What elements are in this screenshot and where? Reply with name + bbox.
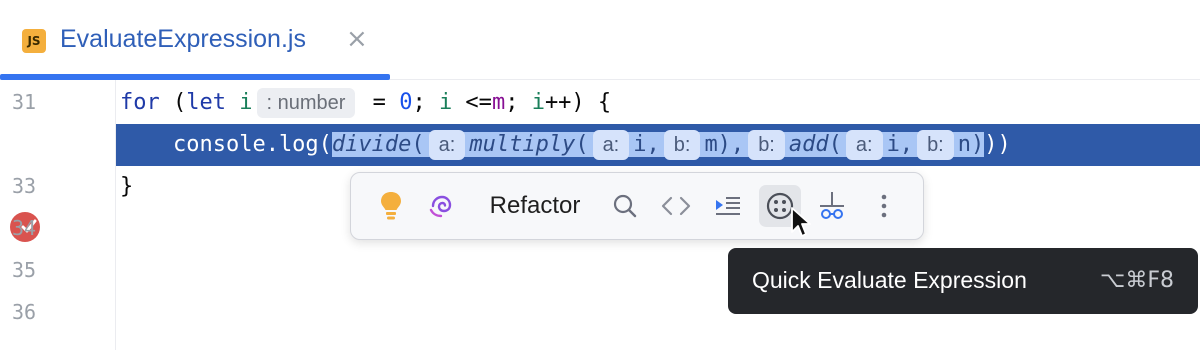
close-icon[interactable]: × [346,24,368,54]
parameter-hint: a: [845,130,883,160]
refactor-button[interactable]: Refactor [479,186,591,226]
parameter-hint: b: [917,130,954,160]
type-inlay-hint: : number [256,88,356,118]
function-call: multiply [469,132,576,157]
variable: i [438,90,453,115]
indent-lines-icon[interactable] [711,186,745,226]
code-text: console.log( [120,132,332,157]
variable: m [491,90,506,115]
code-text: )) [984,132,1011,157]
line-number: 33 [12,174,37,198]
more-options-icon[interactable] [869,186,899,226]
code-text: = [359,90,400,115]
javascript-file-icon: JS [22,29,46,53]
variable: i [531,90,545,115]
number-literal: 0 [399,90,413,115]
mouse-pointer-icon [790,206,814,245]
parameter-hint: a: [592,130,630,160]
tab-title: EvaluateExpression.js [60,25,306,53]
code-brackets-icon[interactable] [659,186,693,226]
refactor-label: Refactor [489,192,581,219]
code-text: i, [633,132,660,157]
tooltip-text: Quick Evaluate Expression [752,267,1027,293]
selected-expression[interactable]: divide(a: multiply(a: i, b: m), b: add(a: i, b: n… [331,130,985,160]
tooltip: Quick Evaluate Expression ⌥⌘F8 [728,248,1198,314]
function-call: divide [331,132,412,157]
code-text: ( [828,132,842,157]
code-text: ; [412,90,439,115]
parameter-hint: a: [428,130,466,160]
code-line-breakpoint: console.log(divide(a: multiply(a: i, b: m), b… [116,124,1200,166]
code-text: ++) { [544,90,612,115]
code-text: ( [411,132,425,157]
search-icon[interactable] [609,186,641,226]
lightbulb-icon[interactable] [377,186,405,226]
keyword: for [120,90,160,115]
tooltip-shortcut: ⌥⌘F8 [1099,268,1174,293]
add-watch-icon[interactable] [815,186,849,226]
code-text: ( [575,132,589,157]
editor-tab-bar: JS EvaluateExpression.js × [0,0,1200,80]
function-call: add [788,132,829,157]
code-line: for (let i: number = 0; i <=m; i++) { [120,82,1200,124]
floating-code-toolbar: Refactor [350,172,924,240]
variable: i [239,90,253,115]
code-text: ; [505,90,532,115]
line-number-gutter: 31 33 34 35 36 [0,80,116,350]
code-text: m), [704,132,745,157]
line-number: 34 [12,216,37,240]
parameter-hint: b: [748,130,785,160]
code-text: <= [452,90,492,115]
keyword: let [186,90,226,115]
line-number: 35 [12,258,37,282]
tab-evaluate-expression[interactable]: JS EvaluateExpression.js × [0,0,390,80]
ai-assistant-icon[interactable] [425,186,457,226]
code-text: i, [886,132,914,157]
parameter-hint: b: [663,130,701,160]
line-number: 36 [12,300,37,324]
line-number: 31 [12,90,37,114]
code-text: ( [159,90,187,115]
code-text: } [120,174,134,199]
code-text: n) [957,132,985,157]
